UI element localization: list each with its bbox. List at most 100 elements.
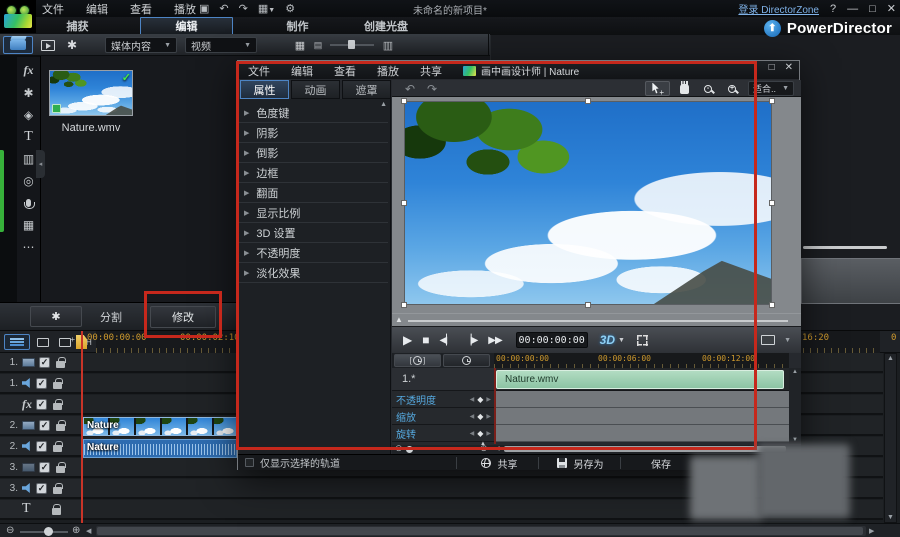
fullscreen-icon[interactable] bbox=[637, 335, 648, 346]
dialog-tab-properties[interactable]: 属性 bbox=[240, 80, 289, 99]
resize-handle-nw[interactable] bbox=[401, 98, 407, 104]
import-media-button[interactable] bbox=[38, 36, 58, 54]
save-button[interactable]: 保存 bbox=[622, 455, 700, 471]
thumbnail-size-slider[interactable] bbox=[330, 44, 374, 46]
lock-icon[interactable] bbox=[56, 361, 65, 368]
keyframe-horizontal-scrollbar[interactable] bbox=[504, 446, 786, 452]
prev-keyframe-icon[interactable]: ◀ bbox=[470, 430, 475, 437]
slider-handle[interactable] bbox=[348, 40, 355, 49]
track-enable-checkbox[interactable]: ✓ bbox=[39, 462, 50, 473]
prev-keyframe-icon[interactable]: ◀ bbox=[470, 413, 475, 420]
lock-icon[interactable] bbox=[53, 445, 62, 452]
keyframe-vertical-scrollbar[interactable]: ▲ ▼ bbox=[789, 368, 801, 444]
track-header-audio-3[interactable]: 3. ✓ bbox=[0, 479, 83, 499]
scrubber-track[interactable] bbox=[408, 320, 788, 322]
resize-handle-s[interactable] bbox=[585, 302, 591, 308]
timeline-clip-audio[interactable]: Nature bbox=[83, 439, 237, 458]
track-header-video-2[interactable]: 2. ✓ bbox=[0, 416, 83, 436]
dialog-menu-file[interactable]: 文件 bbox=[248, 63, 270, 79]
preview-quality-button[interactable]: ▼ bbox=[761, 335, 791, 345]
next-keyframe-icon[interactable]: ▶ bbox=[486, 413, 491, 420]
slider-handle[interactable] bbox=[44, 527, 53, 536]
tab-edit[interactable]: 编辑 bbox=[140, 17, 233, 35]
scroll-left-icon[interactable]: ◀ bbox=[495, 445, 500, 452]
chevron-down-icon[interactable]: ▼ bbox=[618, 337, 625, 344]
menu-view[interactable]: 查看 bbox=[128, 1, 154, 17]
add-track-button[interactable] bbox=[55, 334, 75, 350]
redo-button[interactable]: ↷ bbox=[422, 81, 442, 96]
zoom-in-tool-button[interactable]: + bbox=[721, 81, 743, 96]
property-item-border[interactable]: ▶边框 bbox=[238, 163, 388, 183]
previous-frame-button[interactable]: ◀▏ bbox=[439, 335, 452, 346]
resize-handle-e[interactable] bbox=[769, 200, 775, 206]
close-icon[interactable]: ✕ bbox=[887, 2, 896, 15]
keyframe-lane[interactable] bbox=[494, 425, 789, 442]
add-keyframe-icon[interactable]: ◆ bbox=[477, 395, 483, 404]
lock-icon[interactable] bbox=[52, 508, 61, 515]
pan-tool-button[interactable] bbox=[673, 81, 695, 96]
track-header-video-3[interactable]: 3. ✓ bbox=[0, 458, 83, 478]
modify-button[interactable]: 修改 bbox=[150, 306, 216, 328]
undo-icon[interactable]: ↶ bbox=[219, 2, 228, 15]
resize-handle-w[interactable] bbox=[401, 200, 407, 206]
track-enable-checkbox[interactable]: ✓ bbox=[36, 378, 47, 389]
media-filter-dropdown[interactable]: 视频▼ bbox=[185, 37, 257, 53]
track-header-video-1[interactable]: 1. ✓ bbox=[0, 353, 83, 373]
help-icon[interactable]: ? bbox=[830, 3, 836, 15]
split-button[interactable]: 分割 bbox=[78, 306, 144, 328]
track-header-audio-2[interactable]: 2. ✓ bbox=[0, 437, 83, 457]
dialog-menu-share[interactable]: 共享 bbox=[420, 63, 442, 79]
save-as-button[interactable]: 另存为 bbox=[540, 455, 620, 471]
sidebar-item-pip-objects[interactable]: ✱ bbox=[19, 85, 39, 100]
keyframe-row-opacity[interactable]: 不透明度 ◀ ◆ ▶ bbox=[392, 391, 494, 408]
keyframe-lane[interactable] bbox=[494, 408, 789, 425]
fit-zoom-dropdown[interactable]: 适合..▼ bbox=[748, 81, 794, 96]
sidebar-item-titles[interactable]: T bbox=[19, 129, 39, 144]
pip-video-object[interactable] bbox=[404, 101, 772, 305]
timeline-vertical-scrollbar[interactable]: ▲ ▼ bbox=[884, 353, 897, 523]
next-keyframe-icon[interactable]: ▶ bbox=[486, 396, 491, 403]
property-item-chroma-key[interactable]: ▶色度键 bbox=[238, 103, 388, 123]
resize-handle-se[interactable] bbox=[769, 302, 775, 308]
tab-create-disc[interactable]: 创建光盘 bbox=[330, 17, 442, 35]
keyframe-zoom-slider[interactable] bbox=[406, 449, 478, 450]
gear-icon[interactable]: ⚙ bbox=[285, 2, 295, 15]
property-item-aspect-ratio[interactable]: ▶显示比例 bbox=[238, 203, 388, 223]
zoom-out-icon[interactable]: ⊖ bbox=[6, 525, 14, 536]
lock-icon[interactable] bbox=[56, 424, 65, 431]
scrollbar-thumb[interactable] bbox=[504, 446, 786, 452]
redo-icon[interactable]: ↷ bbox=[239, 2, 248, 15]
scroll-left-icon[interactable]: ◀ bbox=[86, 527, 91, 535]
property-item-opacity[interactable]: ▶不透明度 bbox=[238, 243, 388, 263]
track-enable-checkbox[interactable]: ✓ bbox=[39, 420, 50, 431]
slider-handle[interactable] bbox=[406, 446, 413, 453]
add-keyframe-icon[interactable]: ◆ bbox=[477, 429, 483, 438]
next-keyframe-icon[interactable]: ▶ bbox=[486, 430, 491, 437]
timeline-horizontal-scrollbar[interactable] bbox=[96, 526, 866, 536]
zoom-in-icon[interactable]: ⊕ bbox=[72, 525, 80, 536]
fast-forward-button[interactable]: ▶▶ bbox=[488, 335, 501, 346]
tab-capture[interactable]: 捕获 bbox=[20, 17, 135, 35]
resize-handle-sw[interactable] bbox=[401, 302, 407, 308]
add-keyframe-icon[interactable]: ◆ bbox=[477, 412, 483, 421]
zoom-out-tool-button[interactable]: - bbox=[697, 81, 719, 96]
track-enable-checkbox[interactable]: ✓ bbox=[36, 441, 47, 452]
sidebar-item-particles[interactable]: ◈ bbox=[19, 107, 39, 122]
stereo-3d-button[interactable]: 3D bbox=[600, 333, 615, 347]
next-frame-button[interactable]: ▕▶ bbox=[464, 335, 477, 346]
lock-icon[interactable] bbox=[53, 403, 62, 410]
keyframe-clip[interactable]: Nature.wmv bbox=[496, 370, 784, 389]
restore-icon[interactable]: □ bbox=[869, 3, 876, 15]
scroll-right-icon[interactable]: ▶ bbox=[869, 527, 874, 535]
sidebar-item-effects[interactable]: fx bbox=[19, 63, 39, 78]
menu-edit[interactable]: 编辑 bbox=[84, 1, 110, 17]
library-menu-button[interactable]: ▦ bbox=[292, 36, 308, 54]
resize-handle-ne[interactable] bbox=[769, 98, 775, 104]
track-enable-checkbox[interactable]: ✓ bbox=[36, 399, 47, 410]
media-content-dropdown[interactable]: 媒体内容▼ bbox=[105, 37, 177, 53]
timeline-clip-video[interactable]: Nature bbox=[83, 417, 237, 436]
property-item-shadow[interactable]: ▶阴影 bbox=[238, 123, 388, 143]
lock-icon[interactable] bbox=[56, 466, 65, 473]
sidebar-item-subtitles[interactable]: ⋯ bbox=[19, 239, 39, 254]
select-tool-button[interactable]: + bbox=[645, 81, 670, 96]
